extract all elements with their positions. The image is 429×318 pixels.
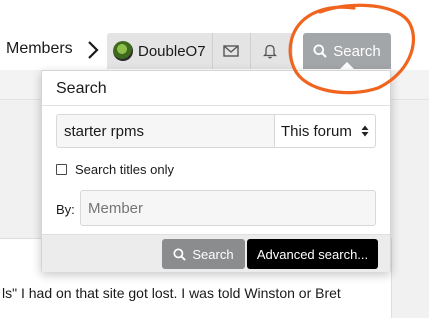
search-scope-select[interactable]: This forum: [274, 115, 375, 147]
search-dropdown-title: Search: [56, 80, 107, 97]
titles-only-checkbox[interactable]: [56, 164, 67, 175]
advanced-search-button[interactable]: Advanced search...: [247, 239, 378, 269]
divider: [42, 105, 390, 106]
search-input-group: This forum: [56, 114, 376, 148]
nav-search-label: Search: [333, 42, 381, 60]
search-submit-label: Search: [192, 246, 234, 262]
avatar: [113, 41, 133, 61]
dropdown-caret: [339, 62, 355, 70]
advanced-search-label: Advanced search...: [256, 246, 369, 262]
nav-members-link[interactable]: Members: [6, 40, 73, 58]
envelope-icon: [223, 45, 239, 57]
member-input[interactable]: [80, 190, 376, 226]
search-dropdown: Search This forum Search titles only By:…: [41, 70, 391, 272]
search-submit-button[interactable]: Search: [162, 239, 245, 269]
search-dropdown-footer: Search Advanced search...: [42, 234, 390, 272]
inbox-button[interactable]: [213, 33, 251, 69]
user-nav-group: DoubleO7: [107, 33, 293, 69]
by-member-label: By:: [56, 202, 75, 217]
username-label: DoubleO7: [138, 42, 206, 60]
post-text: ls" I had on that site got lost. I was t…: [2, 285, 341, 301]
search-icon: [313, 44, 327, 58]
search-scope-value: This forum: [281, 122, 352, 140]
titles-only-label: Search titles only: [75, 162, 174, 177]
chevron-right-icon: [88, 41, 99, 59]
up-down-arrows-icon: [361, 125, 369, 137]
titles-only-option[interactable]: Search titles only: [56, 162, 174, 177]
bell-icon: [262, 44, 277, 59]
search-icon: [173, 247, 187, 261]
top-navigation-bar: Members DoubleO7 Search: [0, 0, 429, 70]
alerts-button[interactable]: [251, 33, 289, 69]
user-account-link[interactable]: DoubleO7: [107, 33, 213, 69]
keywords-input[interactable]: [57, 115, 274, 147]
